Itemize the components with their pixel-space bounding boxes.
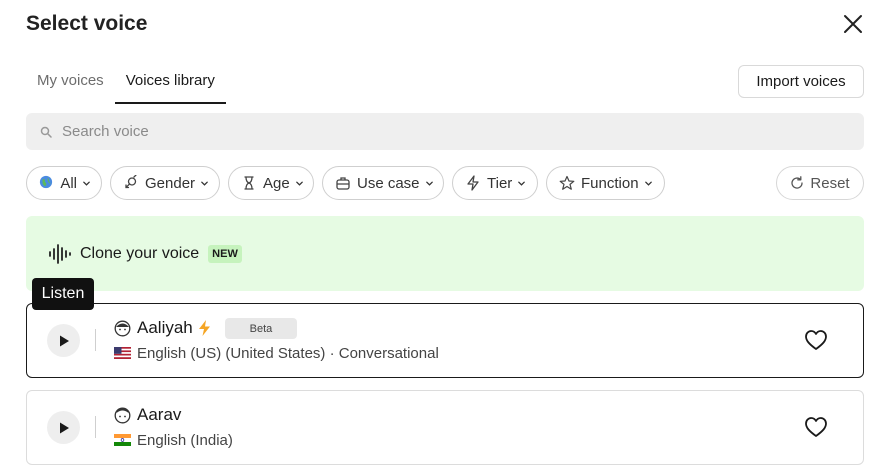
zap-icon: [465, 175, 481, 191]
search-bar: [26, 113, 864, 150]
new-badge: NEW: [208, 244, 242, 263]
divider: [95, 416, 96, 438]
heart-icon[interactable]: [804, 416, 828, 438]
chevron-down-icon: [82, 179, 91, 188]
filter-function[interactable]: Function: [546, 166, 665, 200]
voice-name: Aarav: [137, 405, 182, 424]
avatar-icon: [114, 320, 131, 337]
chevron-down-icon: [295, 179, 304, 188]
filter-gender[interactable]: Gender: [110, 166, 220, 200]
tab-voices-library[interactable]: Voices library: [114, 62, 226, 104]
play-icon: [59, 335, 69, 346]
star-icon: [559, 175, 575, 191]
waveform-icon: [49, 243, 71, 264]
briefcase-icon: [335, 175, 351, 191]
filter-tier-label: Tier: [487, 174, 513, 192]
india-flag-icon: [114, 434, 131, 446]
clone-voice-banner[interactable]: Clone your voice NEW: [26, 216, 864, 291]
play-button[interactable]: [47, 324, 80, 357]
us-flag-icon: [114, 347, 131, 359]
voice-card-aaliyah[interactable]: Aaliyah Beta English (US) (United States…: [26, 303, 864, 378]
play-button[interactable]: [47, 411, 80, 444]
listen-tooltip: Listen: [32, 278, 94, 310]
play-icon: [59, 422, 69, 433]
tab-my-voices[interactable]: My voices: [26, 62, 115, 104]
filter-tier[interactable]: Tier: [452, 166, 538, 200]
gender-icon: [123, 175, 139, 191]
bolt-icon: [199, 320, 210, 336]
refresh-icon: [790, 176, 804, 190]
filter-all[interactable]: All: [26, 166, 102, 200]
voice-description: English (India): [137, 432, 233, 449]
voice-name: Aaliyah: [137, 318, 193, 337]
reset-button[interactable]: Reset: [776, 166, 864, 200]
reset-label: Reset: [810, 174, 850, 192]
heart-icon[interactable]: [804, 329, 828, 351]
filter-function-label: Function: [581, 174, 639, 192]
filter-age-label: Age: [263, 174, 290, 192]
close-icon[interactable]: [842, 13, 864, 35]
avatar-icon: [114, 407, 131, 424]
globe-icon: [39, 175, 54, 191]
chevron-down-icon: [425, 179, 434, 188]
voice-card-aarav[interactable]: Aarav English (India): [26, 390, 864, 465]
chevron-down-icon: [517, 179, 526, 188]
chevron-down-icon: [644, 179, 653, 188]
chevron-down-icon: [200, 179, 209, 188]
search-input[interactable]: [62, 123, 822, 140]
hourglass-icon: [241, 175, 257, 191]
filter-use-case[interactable]: Use case: [322, 166, 444, 200]
import-voices-button[interactable]: Import voices: [738, 65, 864, 98]
divider: [95, 329, 96, 351]
search-icon: [40, 126, 52, 138]
filter-age[interactable]: Age: [228, 166, 314, 200]
beta-badge: Beta: [225, 318, 297, 339]
filter-use-case-label: Use case: [357, 174, 420, 192]
tab-bar: My voices Voices library: [26, 62, 226, 104]
dialog-title: Select voice: [26, 12, 148, 35]
filter-all-label: All: [60, 174, 77, 192]
filter-gender-label: Gender: [145, 174, 196, 192]
voice-description: English (US) (United States) · Conversat…: [137, 345, 439, 362]
clone-voice-label: Clone your voice: [80, 244, 200, 262]
